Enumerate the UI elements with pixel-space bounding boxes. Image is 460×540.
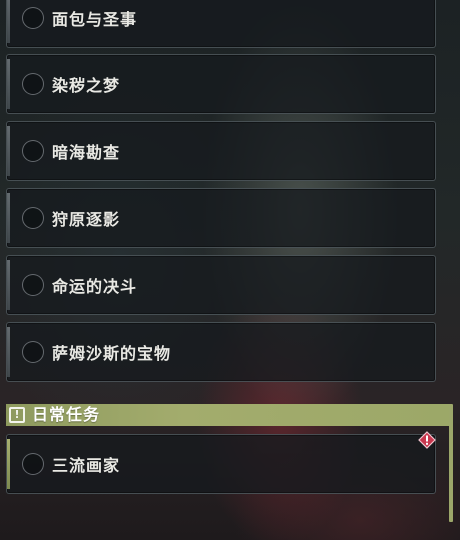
section-title: 日常任务 bbox=[32, 405, 101, 424]
quest-title: 萨姆沙斯的宝物 bbox=[52, 344, 172, 363]
quest-status-circle-icon bbox=[22, 207, 44, 229]
quest-item-bread-and-sacrament[interactable]: 面包与圣事 bbox=[6, 0, 436, 48]
quest-status-circle-icon bbox=[22, 341, 44, 363]
alert-diamond-icon bbox=[418, 431, 436, 449]
quest-status-circle-icon bbox=[22, 274, 44, 296]
daily-quests-section-header[interactable]: ! 日常任务 bbox=[6, 404, 450, 426]
quest-status-circle-icon bbox=[22, 7, 44, 29]
quest-item-hunting-shadows[interactable]: 狩原逐影 bbox=[6, 188, 436, 248]
quest-item-dark-sea-survey[interactable]: 暗海勘查 bbox=[6, 121, 436, 181]
quest-title: 命运的决斗 bbox=[52, 277, 138, 296]
quest-title: 狩原逐影 bbox=[52, 210, 121, 229]
exclamation-box-icon: ! bbox=[9, 407, 25, 423]
quest-item-duel-of-fate[interactable]: 命运的决斗 bbox=[6, 255, 436, 315]
quest-item-tainted-dream[interactable]: 染秽之梦 bbox=[6, 54, 436, 114]
quest-item-third-rate-painter[interactable]: 三流画家 bbox=[6, 434, 436, 494]
quest-title: 暗海勘查 bbox=[52, 143, 121, 162]
quest-item-samsath-treasure[interactable]: 萨姆沙斯的宝物 bbox=[6, 322, 436, 382]
quest-list: 面包与圣事 染秽之梦 暗海勘查 狩原逐影 命运的决斗 萨姆沙斯的宝物 ! 日常任… bbox=[0, 0, 460, 540]
quest-title: 染秽之梦 bbox=[52, 76, 121, 95]
quest-title: 三流画家 bbox=[52, 456, 121, 475]
quest-status-circle-icon bbox=[22, 73, 44, 95]
quest-status-circle-icon bbox=[22, 453, 44, 475]
quest-title: 面包与圣事 bbox=[52, 10, 138, 29]
quest-status-circle-icon bbox=[22, 140, 44, 162]
scrollbar[interactable] bbox=[449, 404, 453, 522]
